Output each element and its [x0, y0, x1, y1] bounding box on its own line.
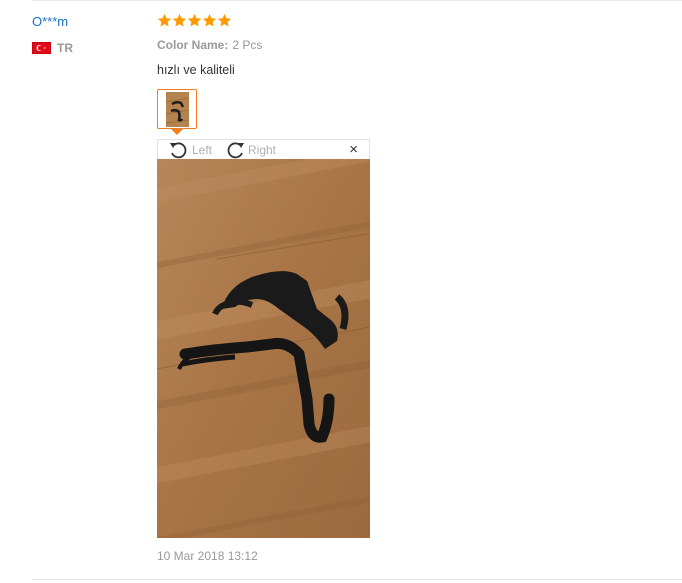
star-icon — [202, 13, 217, 27]
bottom-divider — [32, 579, 682, 580]
color-option: Color Name: 2 Pcs — [157, 38, 262, 52]
thumbnail-image — [166, 92, 189, 127]
star-icon — [172, 13, 187, 27]
top-divider — [32, 0, 682, 1]
photo-viewer-toolbar: Left Right × — [157, 139, 370, 159]
star-icon — [187, 13, 202, 27]
color-option-label: Color Name: — [157, 38, 229, 52]
rotate-right-label: Right — [248, 143, 277, 157]
review-text: hızlı ve kaliteli — [157, 63, 235, 77]
review-date: 10 Mar 2018 13:12 — [157, 549, 258, 563]
review-photo-large — [157, 159, 370, 538]
rating-stars — [157, 13, 232, 28]
reviewer-name[interactable]: O***m — [32, 14, 68, 29]
star-icon — [157, 13, 172, 27]
review-photo-thumbnail[interactable] — [157, 89, 197, 129]
color-option-value: 2 Pcs — [232, 38, 263, 52]
close-icon[interactable]: × — [349, 142, 358, 158]
rotate-right-button[interactable]: Right — [224, 140, 276, 160]
country-code: TR — [57, 41, 73, 55]
turkey-flag-icon — [32, 42, 51, 54]
thumbnail-pointer — [171, 129, 183, 135]
rotate-left-icon — [170, 142, 187, 159]
reviewer-country: TR — [32, 41, 73, 55]
rotate-right-icon — [227, 142, 244, 159]
rotate-left-button[interactable]: Left — [168, 140, 212, 160]
rotate-left-label: Left — [192, 143, 213, 157]
star-icon — [217, 13, 232, 27]
